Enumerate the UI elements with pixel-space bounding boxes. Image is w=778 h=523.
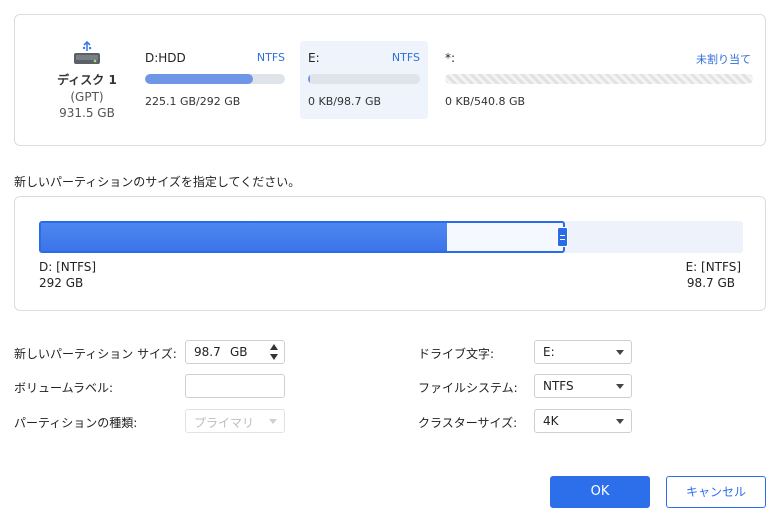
partition-type-label: パーティションの種類: bbox=[14, 416, 138, 430]
chevron-down-icon bbox=[616, 419, 624, 424]
volume-label-input[interactable] bbox=[185, 374, 285, 398]
file-system-select[interactable]: NTFS bbox=[534, 374, 632, 398]
resize-handle[interactable] bbox=[557, 227, 568, 247]
partition-fs: NTFS bbox=[391, 51, 420, 64]
chevron-down-icon bbox=[616, 384, 624, 389]
left-partition-name: D: [NTFS] bbox=[39, 260, 97, 274]
disk-panel: ディスク 1 (GPT) 931.5 GB D:HDD NTFS 225.1 G… bbox=[14, 14, 766, 146]
partition-usage: 225.1 GB/292 GB bbox=[145, 95, 241, 108]
partition-usage: 0 KB/540.8 GB bbox=[445, 95, 526, 108]
cancel-button[interactable]: キャンセル bbox=[666, 476, 766, 508]
disk-scheme: (GPT) bbox=[70, 90, 104, 104]
cluster-size-select[interactable]: 4K bbox=[534, 409, 632, 433]
partition-type-value: プライマリ bbox=[194, 416, 255, 430]
disk-size: 931.5 GB bbox=[59, 106, 115, 120]
ok-button[interactable]: OK bbox=[550, 476, 650, 508]
drive-letter-value: E: bbox=[543, 345, 555, 359]
usb-disk-icon bbox=[70, 40, 104, 67]
size-value: 98.7 bbox=[194, 345, 221, 359]
used-space-fill bbox=[41, 223, 447, 251]
instruction-text: 新しいパーティションのサイズを指定してください。 bbox=[14, 175, 301, 189]
right-partition-name: E: [NTFS] bbox=[685, 260, 741, 274]
size-label: 新しいパーティション サイズ: bbox=[14, 347, 177, 361]
partition-usage-bar bbox=[445, 74, 753, 84]
partition-name: E: bbox=[308, 51, 320, 65]
size-unit: GB bbox=[230, 345, 248, 359]
partition-usage: 0 KB/98.7 GB bbox=[308, 95, 382, 108]
partition-e[interactable]: E: NTFS 0 KB/98.7 GB bbox=[300, 41, 428, 119]
partition-d[interactable]: D:HDD NTFS 225.1 GB/292 GB bbox=[137, 41, 293, 119]
drive-letter-select[interactable]: E: bbox=[534, 340, 632, 364]
disk-info: ディスク 1 (GPT) 931.5 GB bbox=[43, 40, 131, 120]
cluster-size-value: 4K bbox=[543, 414, 559, 428]
file-system-label: ファイルシステム: bbox=[418, 381, 518, 395]
partition-usage-fill bbox=[145, 74, 253, 84]
partition-usage-bar bbox=[308, 74, 420, 84]
left-partition-size: 292 GB bbox=[39, 276, 84, 290]
cluster-size-label: クラスターサイズ: bbox=[418, 416, 518, 430]
size-stepper[interactable]: 98.7 GB bbox=[185, 340, 285, 364]
partition-name: *: bbox=[445, 51, 456, 65]
right-partition-size: 98.7 GB bbox=[686, 276, 735, 290]
partition-fs: 未割り当て bbox=[696, 53, 751, 66]
partition-unallocated[interactable]: *: 未割り当て 0 KB/540.8 GB bbox=[437, 41, 759, 119]
partition-type-select: プライマリ bbox=[185, 409, 285, 433]
resize-panel: D: [NTFS] 292 GB E: [NTFS] 98.7 GB bbox=[14, 196, 766, 311]
resize-track[interactable] bbox=[39, 221, 743, 253]
new-partition-range[interactable] bbox=[39, 221, 565, 253]
volume-label: ボリュームラベル: bbox=[14, 381, 114, 395]
chevron-down-icon bbox=[616, 350, 624, 355]
chevron-down-icon bbox=[269, 419, 277, 424]
partition-usage-bar bbox=[145, 74, 285, 84]
drive-letter-label: ドライブ文字: bbox=[418, 347, 495, 361]
partition-usage-fill bbox=[308, 74, 311, 84]
partition-name: D:HDD bbox=[145, 51, 186, 65]
disk-name: ディスク 1 bbox=[57, 73, 117, 87]
partition-fs: NTFS bbox=[256, 51, 285, 64]
file-system-value: NTFS bbox=[543, 379, 574, 393]
stepper-arrows-icon[interactable] bbox=[270, 344, 279, 360]
